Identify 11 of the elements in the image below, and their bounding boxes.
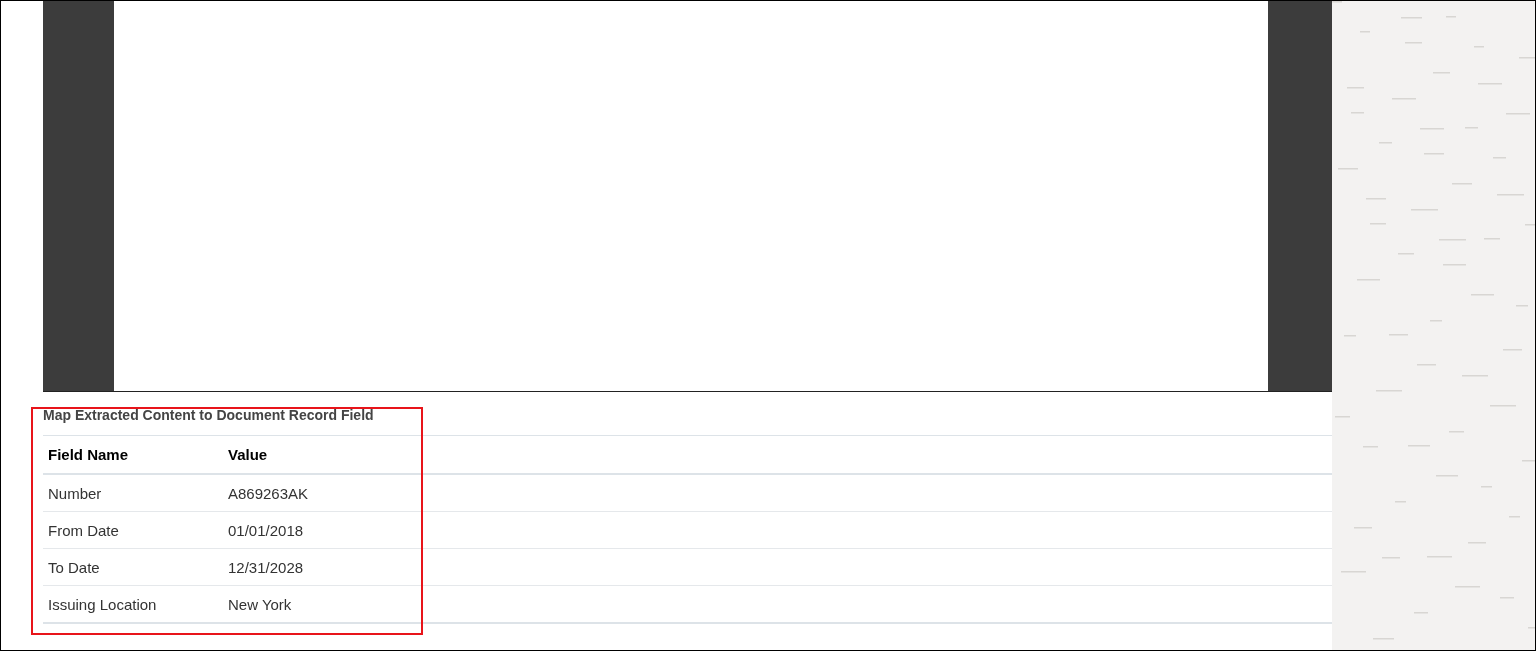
column-header: Value: [223, 436, 1332, 474]
table-cell: 12/31/2028: [223, 548, 1332, 586]
table-cell: A869263AK: [223, 474, 1332, 512]
table-cell: 01/01/2018: [223, 511, 1332, 549]
table-cell: Number: [43, 474, 223, 512]
column-header: Field Name: [43, 436, 223, 474]
table-cell: Issuing Location: [43, 585, 223, 623]
section-title: Map Extracted Content to Document Record Field: [43, 406, 1332, 436]
table-cell: From Date: [43, 511, 223, 549]
table-cell: New York: [223, 585, 1332, 623]
table-cell: To Date: [43, 548, 223, 586]
